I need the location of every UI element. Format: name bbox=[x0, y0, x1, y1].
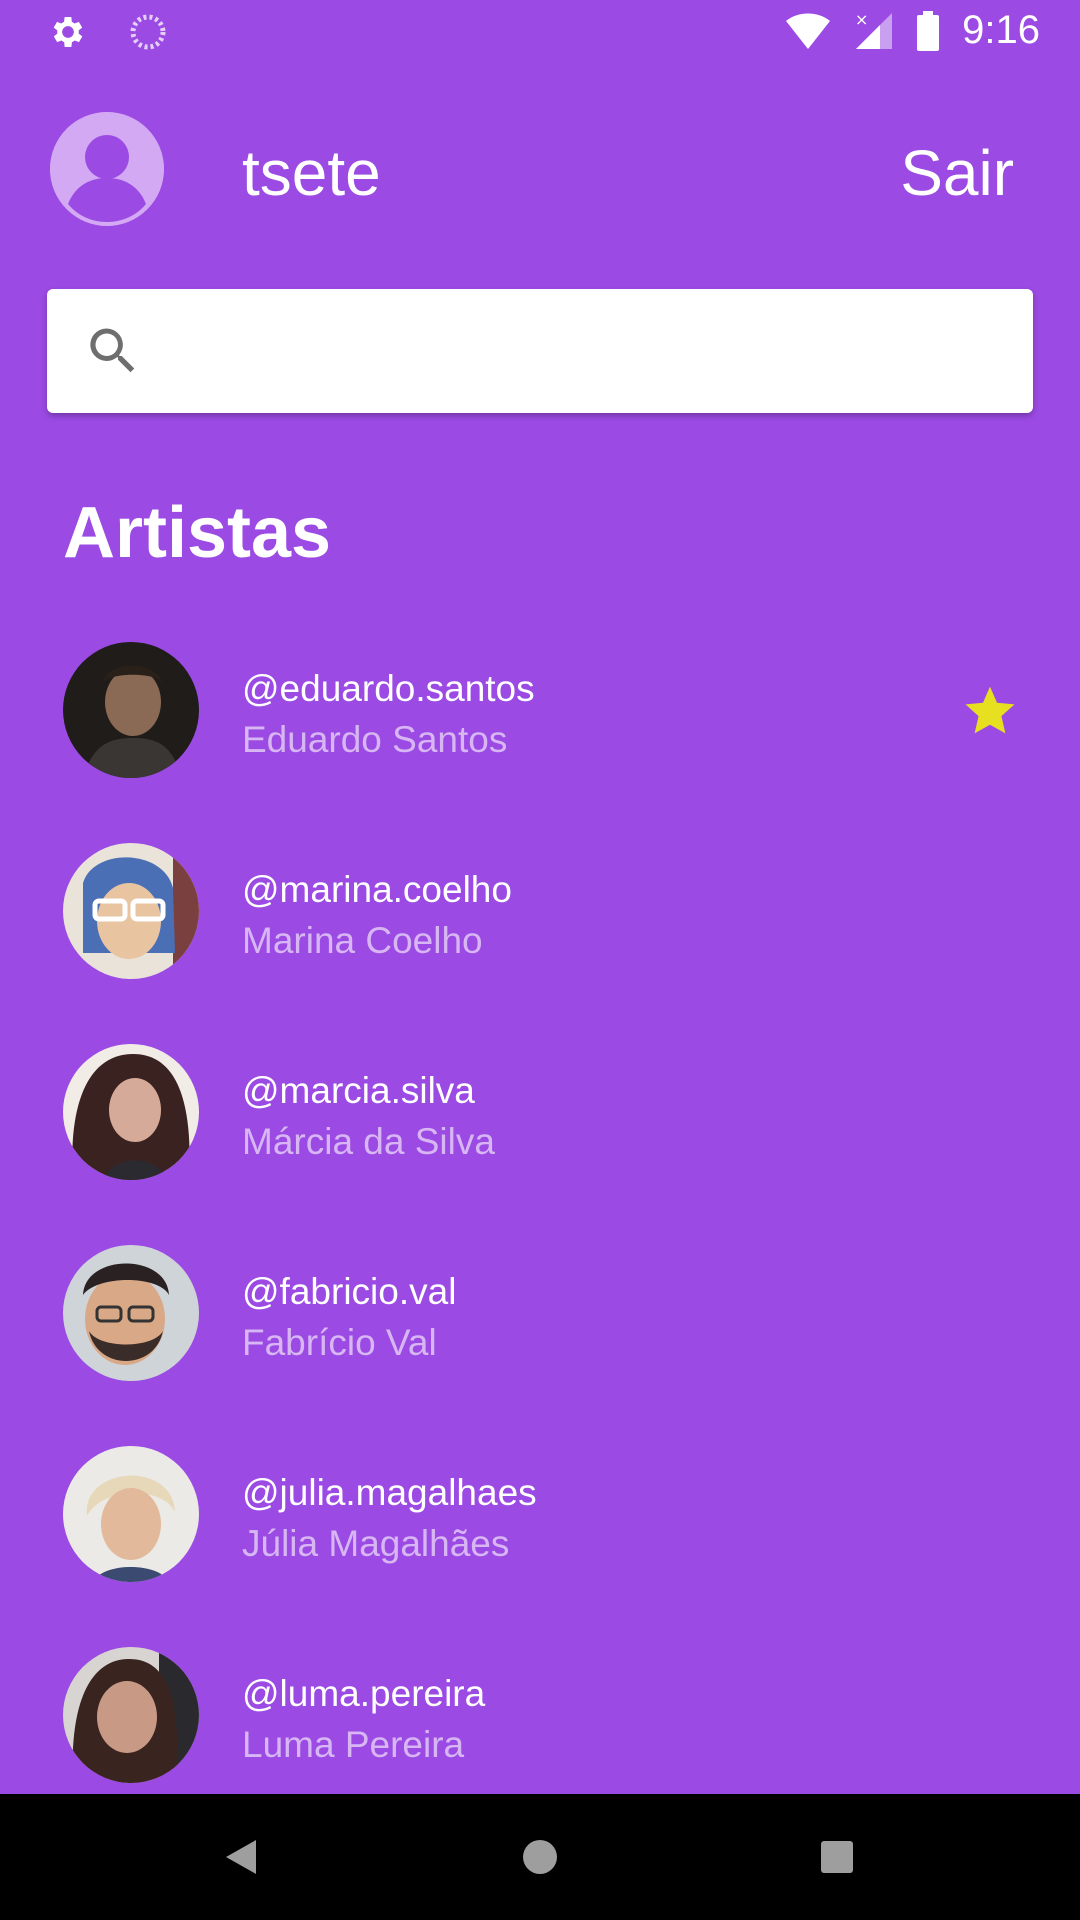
home-icon[interactable] bbox=[515, 1832, 565, 1882]
artist-handle: @luma.pereira bbox=[242, 1673, 486, 1714]
artist-photo bbox=[63, 843, 199, 979]
artist-handle: @marcia.silva bbox=[242, 1070, 475, 1111]
artist-row[interactable]: @marcia.silva Márcia da Silva bbox=[0, 1042, 1080, 1243]
artist-photo bbox=[63, 642, 199, 778]
search-icon bbox=[90, 328, 135, 373]
artist-list: @eduardo.santos Eduardo Santos @marina.c… bbox=[0, 640, 1080, 1846]
favorite-star-icon[interactable] bbox=[962, 682, 1018, 738]
search-box[interactable] bbox=[47, 289, 1033, 415]
artist-handle: @marina.coelho bbox=[242, 869, 512, 910]
artist-photo bbox=[63, 1647, 199, 1783]
artist-photo bbox=[63, 1446, 199, 1582]
search-input[interactable] bbox=[167, 289, 1011, 415]
artist-handle: @eduardo.santos bbox=[242, 668, 535, 709]
artist-row[interactable]: @fabricio.val Fabrício Val bbox=[0, 1243, 1080, 1444]
artist-avatar bbox=[63, 1044, 199, 1180]
artist-avatar bbox=[63, 843, 199, 979]
status-bar: × 9:16 bbox=[0, 0, 1080, 64]
system-navigation-bar bbox=[0, 1794, 1080, 1920]
logout-button[interactable]: Sair bbox=[900, 136, 1014, 210]
back-icon[interactable] bbox=[216, 1832, 266, 1882]
artist-row[interactable]: @eduardo.santos Eduardo Santos bbox=[0, 640, 1080, 841]
sync-spinner-icon bbox=[130, 14, 166, 50]
artist-row[interactable]: @marina.coelho Marina Coelho bbox=[0, 841, 1080, 1042]
section-title: Artistas bbox=[63, 493, 332, 573]
artist-name: Luma Pereira bbox=[242, 1724, 465, 1765]
status-bar-left bbox=[48, 12, 168, 52]
default-user-avatar-icon bbox=[50, 112, 164, 226]
svg-text:×: × bbox=[855, 11, 868, 29]
wifi-icon bbox=[786, 13, 831, 49]
settings-gear-icon bbox=[53, 17, 83, 47]
recents-icon[interactable] bbox=[812, 1832, 862, 1882]
artist-name: Márcia da Silva bbox=[242, 1121, 495, 1162]
artist-avatar bbox=[63, 642, 199, 778]
app-header: tsete Sair bbox=[0, 110, 1080, 230]
artist-row[interactable]: @julia.magalhaes Júlia Magalhães bbox=[0, 1444, 1080, 1645]
battery-icon bbox=[917, 10, 940, 51]
artist-name: Eduardo Santos bbox=[242, 719, 508, 760]
artist-avatar bbox=[63, 1446, 199, 1582]
artist-name: Fabrício Val bbox=[242, 1322, 437, 1363]
artist-avatar bbox=[63, 1647, 199, 1783]
cell-signal-icon: × bbox=[855, 11, 893, 49]
artist-photo bbox=[63, 1044, 199, 1180]
artist-name: Marina Coelho bbox=[242, 920, 483, 961]
status-bar-right: × 9:16 bbox=[784, 8, 1040, 53]
clock: 9:16 bbox=[962, 8, 1040, 52]
artist-handle: @julia.magalhaes bbox=[242, 1472, 537, 1513]
artist-handle: @fabricio.val bbox=[242, 1271, 457, 1312]
artist-avatar bbox=[63, 1245, 199, 1381]
user-avatar[interactable] bbox=[50, 112, 164, 226]
artist-name: Júlia Magalhães bbox=[242, 1523, 510, 1564]
artist-photo bbox=[63, 1245, 199, 1381]
username: tsete bbox=[242, 137, 381, 209]
